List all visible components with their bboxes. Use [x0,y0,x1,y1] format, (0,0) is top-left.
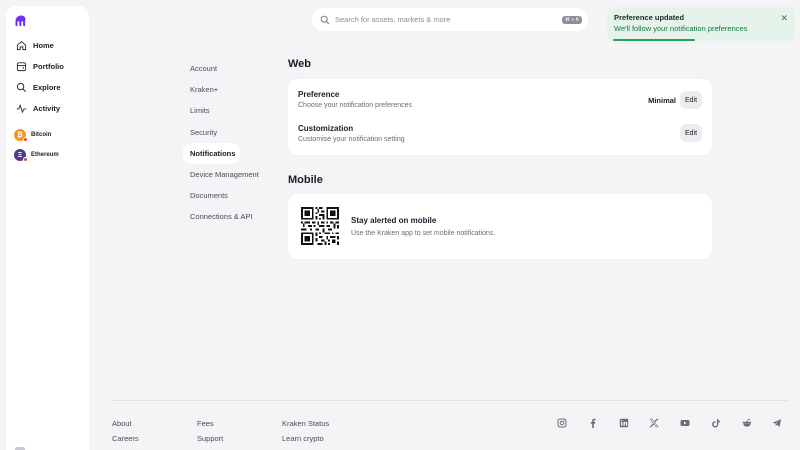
x-icon[interactable] [648,417,660,429]
sidebar-item-explore[interactable]: Explore [15,79,61,95]
sidebar-item-portfolio[interactable]: Portfolio [15,58,64,74]
kraken-logo-icon[interactable] [14,14,28,28]
sidebar-item-label: Explore [33,82,61,92]
settings-nav-notifications[interactable]: Notifications [183,142,240,164]
toast-title: Preference updated [614,13,685,22]
edit-preference-button[interactable]: Edit [680,91,702,109]
linkedin-icon[interactable] [618,417,630,429]
footer-link-kraken-status[interactable]: Kraken Status [282,419,329,428]
toast-message: We'll follow your notification preferenc… [614,24,748,33]
search-input[interactable] [335,15,562,24]
footer-link-fees[interactable]: Fees [197,419,214,428]
sidebar-item-home[interactable]: Home [15,37,54,53]
search-icon [320,15,330,24]
preference-subtitle: Choose your notification preferences [298,102,413,109]
home-icon [15,39,28,52]
search-bar[interactable]: ⌘ + K [312,8,588,31]
section-title-web: Web [288,58,312,70]
mobile-card-subtitle: Use the Kraken app to set mobile notific… [351,230,496,237]
customization-title: Customization [298,124,354,133]
settings-nav-kraken-plus[interactable]: Kraken+ [183,79,273,100]
sidebar-item-label: Portfolio [33,61,64,71]
sidebar: Home Portfolio Explore Activity ₿ Bitcoi… [6,6,89,450]
youtube-icon[interactable] [679,417,691,429]
settings-nav-device-management[interactable]: Device Management [183,164,273,185]
activity-icon [15,102,28,115]
settings-nav-limits[interactable]: Limits [183,100,273,121]
customization-subtitle: Customise your notification setting [298,136,405,143]
asset-label: Bitcoin [31,132,52,138]
preference-title: Preference [298,90,340,99]
mobile-card-title: Stay alerted on mobile [351,216,437,225]
edit-customization-button[interactable]: Edit [680,124,702,142]
settings-nav-account[interactable]: Account [183,58,273,79]
ethereum-icon: Ξ [14,149,28,162]
portfolio-icon [15,60,28,73]
tiktok-icon[interactable] [710,417,722,429]
settings-nav-security[interactable]: Security [183,122,273,143]
preference-value: Minimal [648,96,676,105]
asset-bitcoin[interactable]: ₿ Bitcoin [14,128,51,142]
toast-notification: Preference updated We'll follow your not… [607,7,795,41]
settings-nav: Account Kraken+ Limits Security Notifica… [183,58,273,228]
sidebar-item-activity[interactable]: Activity [15,100,60,116]
footer-divider [112,400,788,401]
web-notifications-card: Preference Choose your notification pref… [288,79,712,155]
sidebar-item-label: Activity [33,103,61,113]
settings-nav-documents[interactable]: Documents [183,185,273,206]
section-title-mobile: Mobile [288,174,323,186]
search-icon [15,81,28,94]
qr-code-icon [301,207,339,245]
asset-label: Ethereum [31,152,59,158]
footer-link-learn-crypto[interactable]: Learn crypto [282,434,324,443]
footer-link-support[interactable]: Support [197,434,223,443]
footer-link-about[interactable]: About [112,419,132,428]
asset-ethereum[interactable]: Ξ Ethereum [14,148,59,162]
bitcoin-icon: ₿ [14,129,28,142]
keyboard-shortcut-badge: ⌘ + K [561,15,582,24]
settings-nav-connections-api[interactable]: Connections & API [183,206,273,227]
footer-link-careers[interactable]: Careers [112,434,139,443]
toast-progress-bar [613,39,695,41]
sidebar-item-label: Home [33,40,54,50]
facebook-icon[interactable] [587,417,599,429]
reddit-icon[interactable] [741,417,753,429]
mobile-notifications-card: Stay alerted on mobile Use the Kraken ap… [288,194,712,259]
close-icon[interactable]: ✕ [780,13,788,24]
instagram-icon[interactable] [556,417,568,429]
telegram-icon[interactable] [771,417,783,429]
